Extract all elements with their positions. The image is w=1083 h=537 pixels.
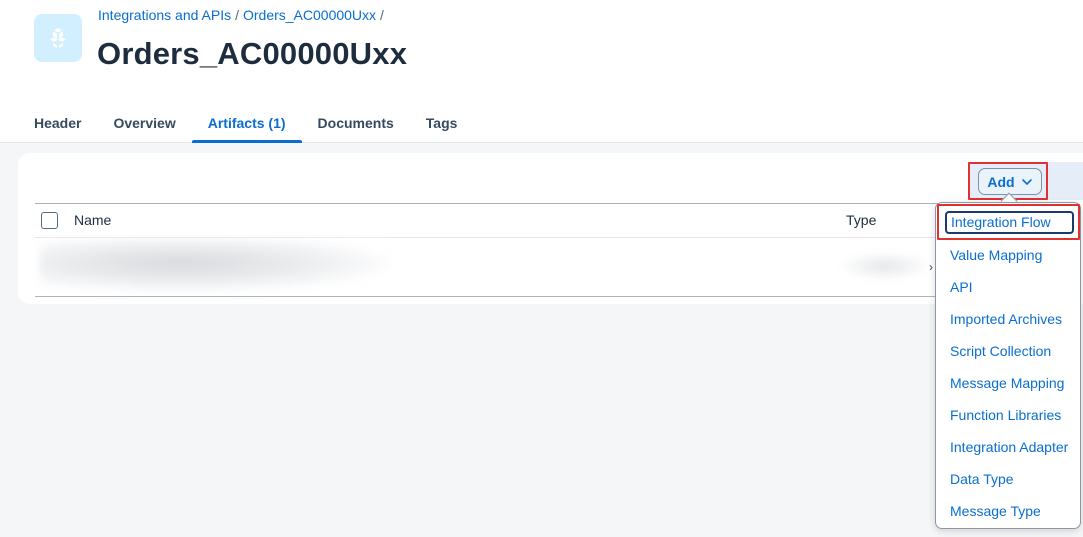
tab-documents[interactable]: Documents: [302, 104, 410, 143]
breadcrumb-link-package[interactable]: Orders_AC00000Uxx: [243, 7, 376, 23]
menu-item-script-collection[interactable]: Script Collection: [950, 343, 1051, 359]
page-title: Orders_AC00000Uxx: [97, 36, 408, 71]
active-tab-indicator: [191, 140, 302, 143]
menu-item-message-type[interactable]: Message Type: [950, 503, 1041, 519]
menu-item-function-libraries[interactable]: Function Libraries: [950, 407, 1061, 423]
tab-tags[interactable]: Tags: [410, 104, 474, 143]
menu-item-highlight: [937, 204, 1080, 240]
table-header-border: [35, 237, 1035, 238]
column-header-type[interactable]: Type: [846, 212, 876, 228]
add-menu-popover: Integration Flow Value Mapping API Impor…: [935, 202, 1081, 529]
tab-artifacts[interactable]: Artifacts (1): [191, 104, 302, 143]
breadcrumb-separator: /: [380, 7, 384, 23]
table-bottom-border: [35, 296, 1035, 297]
page-header: Integrations and APIs / Orders_AC00000Ux…: [0, 0, 1083, 143]
tab-artifacts-label: Artifacts (1): [207, 115, 286, 131]
row-navigation-icon[interactable]: ›: [929, 260, 933, 274]
package-icon: [34, 14, 82, 62]
menu-item-message-mapping[interactable]: Message Mapping: [950, 375, 1064, 391]
tab-overview[interactable]: Overview: [97, 104, 191, 143]
column-header-name[interactable]: Name: [74, 212, 111, 228]
menu-item-data-type[interactable]: Data Type: [950, 471, 1014, 487]
menu-item-imported-archives[interactable]: Imported Archives: [950, 311, 1062, 327]
table-row-redacted[interactable]: [40, 240, 390, 292]
tab-header[interactable]: Header: [18, 104, 97, 143]
select-all-checkbox[interactable]: [41, 212, 58, 229]
breadcrumb: Integrations and APIs / Orders_AC00000Ux…: [98, 7, 384, 23]
menu-item-integration-adapter[interactable]: Integration Adapter: [950, 439, 1068, 455]
table-top-border: [35, 203, 1035, 204]
breadcrumb-link-integrations[interactable]: Integrations and APIs: [98, 7, 231, 23]
table-cell-type-redacted: [840, 252, 930, 280]
breadcrumb-separator: /: [235, 7, 239, 23]
menu-item-value-mapping[interactable]: Value Mapping: [950, 247, 1042, 263]
tab-bar: Header Overview Artifacts (1) Documents …: [18, 104, 473, 143]
menu-item-api[interactable]: API: [950, 279, 973, 295]
